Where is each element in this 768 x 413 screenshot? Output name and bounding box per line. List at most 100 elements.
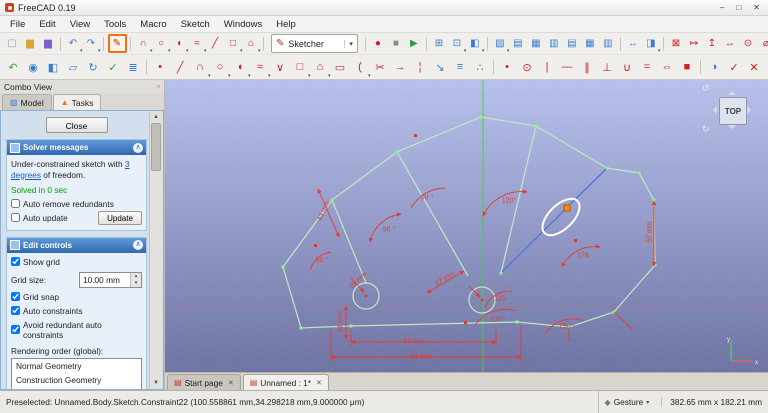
reorient-sketch-button[interactable]: ↻ (84, 58, 103, 77)
create-slot-button[interactable]: ▭ (331, 58, 350, 77)
menu-file[interactable]: File (3, 17, 32, 32)
rendering-order-item[interactable]: Normal Geometry (12, 359, 141, 373)
close-tab-icon[interactable]: ✕ (228, 379, 234, 387)
rendering-order-list[interactable]: Normal GeometryConstruction GeometryExte… (11, 357, 142, 389)
close-tab-icon[interactable]: ✕ (316, 379, 322, 387)
fit-all-button[interactable]: ⊞ (430, 35, 447, 52)
view-sketch-button[interactable]: ◉ (24, 58, 43, 77)
extend-edge-button[interactable]: → (391, 58, 410, 77)
create-fillet-button[interactable]: ( (351, 58, 370, 79)
constrain-perpendicular-button[interactable]: ⊥ (598, 58, 617, 77)
view-isometric-button[interactable]: ▧ (491, 35, 509, 54)
macro-stop-button[interactable]: ■ (387, 35, 404, 52)
close-window-button[interactable]: ✕ (753, 3, 760, 12)
collapse-icon[interactable]: ∧ (133, 142, 143, 153)
menu-macro[interactable]: Macro (133, 17, 173, 32)
auto-constraints-row[interactable]: Auto constraints (11, 306, 142, 316)
macro-play-button[interactable]: ▶ (405, 35, 422, 52)
menu-help[interactable]: Help (269, 17, 303, 32)
carbon-copy-button[interactable]: ≡ (451, 58, 470, 77)
auto-remove-redundants-checkbox[interactable] (11, 199, 20, 209)
update-button[interactable]: Update (98, 210, 142, 225)
save-document-button[interactable]: ▆ (40, 35, 57, 52)
solver-messages-header[interactable]: Solver messages ∧ (7, 140, 146, 155)
constrain-symmetry-button[interactable]: ⇔ (658, 58, 677, 77)
scrollbar-thumb[interactable] (151, 123, 161, 171)
merge-sketches-button[interactable]: ≣ (124, 58, 143, 77)
tab-tasks[interactable]: ▲ Tasks (52, 94, 102, 110)
create-rectangle-tool-button[interactable]: □ (291, 58, 311, 79)
constrain-distance-y-button[interactable]: ↥ (703, 35, 720, 52)
draw-style-button[interactable]: ◧ (466, 35, 484, 54)
close-sketch-button[interactable]: Close (45, 117, 108, 133)
minimize-button[interactable]: – (720, 3, 724, 12)
create-polyline-tool-button[interactable]: ∨ (271, 58, 290, 77)
view-section-button[interactable]: ◧ (44, 58, 63, 77)
navigation-cube[interactable]: ↺ ↻ TOP (702, 83, 760, 135)
create-conic-tool-button[interactable]: ◖ (231, 58, 251, 79)
rotate-ccw-icon[interactable]: ↺ (702, 83, 710, 94)
measure-distance-button[interactable]: ↔ (624, 35, 641, 52)
create-bspline-tool-button[interactable]: ≈ (251, 58, 271, 79)
grid-snap-row[interactable]: Grid snap (11, 292, 142, 302)
menu-sketch[interactable]: Sketch (174, 17, 217, 32)
view-left-button[interactable]: ▥ (599, 35, 616, 52)
delete-constraints-button[interactable]: ✕ (745, 58, 764, 77)
constrain-distance-x-button[interactable]: ↦ (685, 35, 702, 52)
rendering-order-item[interactable]: Construction Geometry (12, 373, 141, 387)
collapse-icon[interactable]: ∧ (133, 240, 143, 251)
sketch-canvas[interactable]: 90 ° 90 ° 120° 50 ° 135° 150 ° 176 125 73 mm 94 m… (165, 80, 768, 373)
view-top-button[interactable]: ▦ (527, 35, 544, 52)
cube-arrow-down-icon[interactable] (728, 125, 736, 133)
grid-size-input[interactable]: 10.00 mm ▴ ▾ (79, 271, 142, 288)
view-front-button[interactable]: ▤ (509, 35, 526, 52)
validate-sketch-button[interactable]: ✓ (104, 58, 123, 77)
create-polygon-button[interactable]: ⌂ (243, 35, 261, 54)
tasks-scrollbar[interactable]: ▲ ▼ (149, 112, 162, 388)
create-polyline-button[interactable]: ╱ (207, 35, 224, 52)
avoid-redundant-row[interactable]: Avoid redundant auto constraints (11, 320, 142, 340)
maximize-button[interactable]: □ (736, 3, 741, 12)
auto-remove-redundants-row[interactable]: Auto remove redundants (11, 199, 142, 209)
open-document-button[interactable]: ▆ (22, 35, 39, 52)
external-geometry-button[interactable]: ↘ (431, 58, 450, 77)
auto-update-checkbox[interactable] (11, 213, 20, 223)
constrain-diameter-button[interactable]: ⌀ (757, 35, 768, 52)
menu-view[interactable]: View (63, 17, 97, 32)
cube-arrow-up-icon[interactable] (728, 87, 736, 95)
menu-windows[interactable]: Windows (217, 17, 270, 32)
view-bottom-button[interactable]: ▦ (581, 35, 598, 52)
document-tab[interactable]: ▤ Unnamed : 1* ✕ (242, 374, 329, 390)
map-sketch-button[interactable]: ▱ (64, 58, 83, 77)
tab-model[interactable]: ▧ Model (2, 94, 52, 110)
document-tab[interactable]: ▤ Start page ✕ (167, 374, 241, 390)
view-right-button[interactable]: ▥ (545, 35, 562, 52)
create-arc-tool-button[interactable]: ∩ (191, 58, 210, 79)
workbench-selector[interactable]: ✎ Sketcher ▾ (271, 34, 358, 53)
show-grid-row[interactable]: Show grid (11, 257, 142, 267)
constrain-tangent-button[interactable]: ∪ (618, 58, 637, 77)
constrain-distance-button[interactable]: ↔ (721, 35, 738, 52)
create-circle-tool-button[interactable]: ○ (211, 58, 231, 79)
create-arc-button[interactable]: ∩ (135, 35, 152, 54)
macro-record-button[interactable]: ● (369, 35, 386, 52)
create-point-button[interactable]: • (151, 58, 170, 77)
constrain-coincident-button[interactable]: • (498, 58, 517, 77)
constrain-equal-button[interactable]: = (638, 58, 657, 77)
toggle-construction-button[interactable]: ◑ (705, 58, 724, 77)
construction-mode-button[interactable]: ∴ (471, 58, 490, 77)
dock-icon[interactable]: ▫ (157, 82, 160, 91)
grid-snap-checkbox[interactable] (11, 292, 20, 302)
navigation-style-selector[interactable]: ◆ Gesture ▾ (597, 391, 656, 413)
spin-up-icon[interactable]: ▴ (131, 273, 141, 280)
constrain-vertical-button[interactable]: | (538, 58, 557, 77)
fit-selection-button[interactable]: ⊡ (448, 35, 467, 54)
undo-button[interactable]: ↶ (65, 35, 83, 54)
constrain-parallel-button[interactable]: ∥ (578, 58, 597, 77)
constrain-radius-button[interactable]: ⊙ (739, 35, 756, 52)
edit-controls-header[interactable]: Edit controls ∧ (7, 237, 146, 253)
view-rear-button[interactable]: ▤ (563, 35, 580, 52)
scroll-up-icon[interactable]: ▲ (153, 112, 159, 122)
combo-view-header[interactable]: Combo View ▫ (0, 80, 164, 93)
cube-arrow-right-icon[interactable] (747, 106, 755, 114)
